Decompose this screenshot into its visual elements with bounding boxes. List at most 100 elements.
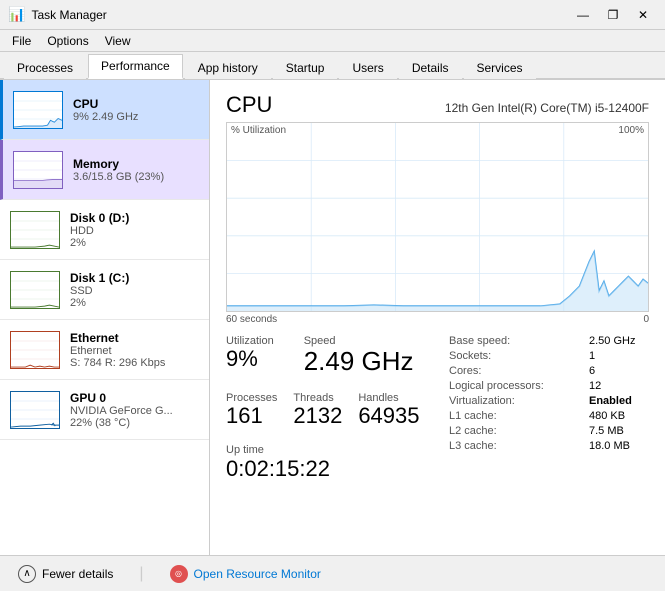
sidebar-item-memory[interactable]: Memory 3.6/15.8 GB (23%) (0, 140, 209, 200)
stat-utilization: Utilization 9% (226, 335, 274, 376)
l1-val: 480 KB (589, 410, 625, 422)
sidebar-item-disk0[interactable]: Disk 0 (D:) HDD 2% (0, 200, 209, 260)
stat-threads: Threads 2132 (293, 392, 342, 428)
cpu-model-name: 12th Gen Intel(R) Core(TM) i5-12400F (445, 101, 649, 115)
close-button[interactable]: ✕ (629, 5, 657, 25)
tab-users[interactable]: Users (339, 56, 396, 79)
threads-value: 2132 (293, 404, 342, 428)
tab-app-history[interactable]: App history (185, 56, 271, 79)
cpu-sidebar-info: CPU 9% 2.49 GHz (73, 97, 199, 123)
sidebar-item-disk1[interactable]: Disk 1 (C:) SSD 2% (0, 260, 209, 320)
tab-details[interactable]: Details (399, 56, 462, 79)
window-title: Task Manager (31, 8, 569, 22)
tab-services[interactable]: Services (464, 56, 536, 79)
sidebar-item-gpu[interactable]: GPU 0 NVIDIA GeForce G... 22% (38 °C) (0, 380, 209, 440)
gpu-sidebar-type: NVIDIA GeForce G... (70, 405, 199, 417)
chart-time-bar: 60 seconds 0 (226, 314, 649, 325)
stat-processes: Processes 161 (226, 392, 277, 428)
sockets-key: Sockets: (449, 350, 589, 362)
chart-time-left: 60 seconds (226, 314, 277, 325)
handles-label: Handles (358, 392, 419, 404)
open-resource-monitor-button[interactable]: ◎ Open Resource Monitor (164, 561, 327, 587)
stats-row-1: Utilization 9% Speed 2.49 GHz (226, 335, 449, 384)
memory-sidebar-info: Memory 3.6/15.8 GB (23%) (73, 157, 199, 183)
uptime-label: Up time (226, 444, 449, 456)
memory-thumbnail (13, 151, 63, 189)
menu-bar: File Options View (0, 30, 665, 52)
divider: | (139, 565, 143, 583)
chart-time-right: 0 (643, 314, 649, 325)
ethernet-thumbnail (10, 331, 60, 369)
resource-monitor-icon: ◎ (170, 565, 188, 583)
cpu-chart-container: % Utilization 100% (226, 122, 649, 312)
utilization-value: 9% (226, 347, 274, 371)
minimize-button[interactable]: — (569, 5, 597, 25)
disk0-thumbnail (10, 211, 60, 249)
l2-key: L2 cache: (449, 425, 589, 437)
disk1-sidebar-usage: 2% (70, 297, 199, 309)
menu-options[interactable]: Options (39, 32, 96, 50)
title-bar: 📊 Task Manager — ❐ ✕ (0, 0, 665, 30)
gpu-thumbnail (10, 391, 60, 429)
l3-key: L3 cache: (449, 440, 589, 452)
base-speed-val: 2.50 GHz (589, 335, 635, 347)
right-details: Base speed: 2.50 GHz Sockets: 1 Cores: 6… (449, 335, 649, 486)
l3-val: 18.0 MB (589, 440, 630, 452)
detail-l2: L2 cache: 7.5 MB (449, 425, 649, 437)
chart-label-100: 100% (618, 125, 644, 136)
window-controls: — ❐ ✕ (569, 5, 657, 25)
detail-base-speed: Base speed: 2.50 GHz (449, 335, 649, 347)
cpu-header: CPU 12th Gen Intel(R) Core(TM) i5-12400F (226, 92, 649, 118)
disk1-sidebar-type: SSD (70, 285, 199, 297)
tab-startup[interactable]: Startup (273, 56, 338, 79)
virtualization-val: Enabled (589, 395, 632, 407)
fewer-details-button[interactable]: ∧ Fewer details (12, 561, 119, 587)
gpu-sidebar-info: GPU 0 NVIDIA GeForce G... 22% (38 °C) (70, 391, 199, 429)
detail-l3: L3 cache: 18.0 MB (449, 440, 649, 452)
ethernet-sidebar-usage: S: 784 R: 296 Kbps (70, 357, 199, 369)
cpu-sidebar-usage: 9% 2.49 GHz (73, 111, 199, 123)
tab-performance[interactable]: Performance (88, 54, 183, 79)
disk0-sidebar-name: Disk 0 (D:) (70, 211, 199, 225)
speed-value: 2.49 GHz (304, 347, 414, 376)
disk1-sidebar-name: Disk 1 (C:) (70, 271, 199, 285)
sidebar-item-cpu[interactable]: CPU 9% 2.49 GHz (0, 80, 209, 140)
sidebar-item-ethernet[interactable]: Ethernet Ethernet S: 784 R: 296 Kbps (0, 320, 209, 380)
detail-l1: L1 cache: 480 KB (449, 410, 649, 422)
logical-val: 12 (589, 380, 601, 392)
processes-value: 161 (226, 404, 277, 428)
stat-uptime: Up time 0:02:15:22 (226, 444, 449, 482)
cores-key: Cores: (449, 365, 589, 377)
uptime-value: 0:02:15:22 (226, 456, 449, 482)
app-icon: 📊 (8, 6, 25, 23)
sockets-val: 1 (589, 350, 595, 362)
tab-bar: Processes Performance App history Startu… (0, 52, 665, 80)
threads-label: Threads (293, 392, 342, 404)
detail-virtualization: Virtualization: Enabled (449, 395, 649, 407)
open-resource-monitor-label[interactable]: Open Resource Monitor (194, 567, 321, 581)
l2-val: 7.5 MB (589, 425, 624, 437)
detail-sockets: Sockets: 1 (449, 350, 649, 362)
tab-processes[interactable]: Processes (4, 56, 86, 79)
stats-row-2: Processes 161 Threads 2132 Handles 64935 (226, 392, 449, 436)
detail-cores: Cores: 6 (449, 365, 649, 377)
bottom-bar: ∧ Fewer details | ◎ Open Resource Monito… (0, 555, 665, 591)
disk0-sidebar-info: Disk 0 (D:) HDD 2% (70, 211, 199, 249)
menu-file[interactable]: File (4, 32, 39, 50)
gpu-sidebar-usage: 22% (38 °C) (70, 417, 199, 429)
left-stats: Utilization 9% Speed 2.49 GHz Processes … (226, 335, 449, 486)
base-speed-key: Base speed: (449, 335, 589, 347)
menu-view[interactable]: View (97, 32, 139, 50)
memory-sidebar-name: Memory (73, 157, 199, 171)
cpu-sidebar-name: CPU (73, 97, 199, 111)
restore-button[interactable]: ❐ (599, 5, 627, 25)
logical-key: Logical processors: (449, 380, 589, 392)
chart-label-utilization: % Utilization (231, 125, 286, 136)
cpu-panel-title: CPU (226, 92, 272, 118)
ethernet-sidebar-name: Ethernet (70, 331, 199, 345)
disk1-thumbnail (10, 271, 60, 309)
handles-value: 64935 (358, 404, 419, 428)
cpu-detail-panel: CPU 12th Gen Intel(R) Core(TM) i5-12400F… (210, 80, 665, 555)
main-content: CPU 9% 2.49 GHz Memory 3.6/15.8 GB (23%) (0, 80, 665, 555)
ethernet-sidebar-type: Ethernet (70, 345, 199, 357)
